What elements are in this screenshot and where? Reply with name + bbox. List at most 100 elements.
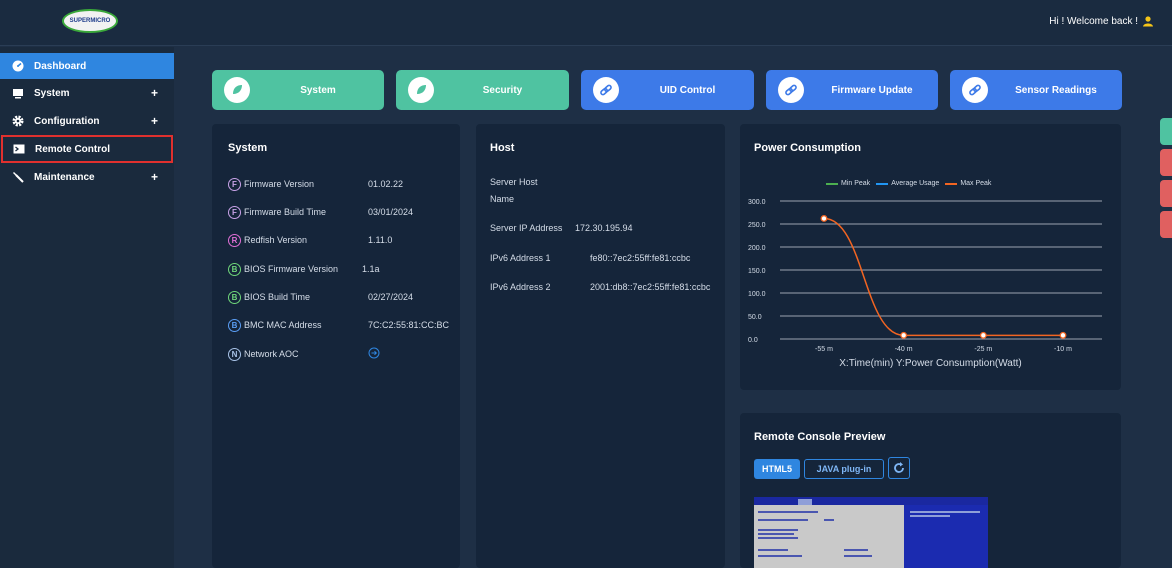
y-tick-label: 250.0 xyxy=(748,222,766,229)
sidebar: Dashboard System + Configuration + Remot… xyxy=(0,47,174,568)
host-row-label: Server Host xyxy=(490,177,538,187)
host-row-value: 172.30.195.94 xyxy=(575,223,633,233)
leaf-icon xyxy=(408,77,434,103)
firmware-badge-icon: F xyxy=(228,205,241,219)
firmware-badge-icon: F xyxy=(228,177,241,191)
link-icon xyxy=(778,77,804,103)
sidebar-item-label: Maintenance xyxy=(34,171,95,183)
host-row: IPv6 Address 1 fe80::7ec2:55ff:fe81:ccbc xyxy=(490,253,720,263)
expand-plus-icon[interactable]: + xyxy=(151,114,158,128)
leaf-icon xyxy=(224,77,250,103)
host-row-value: 2001:db8::7ec2:55ff:fe81:ccbc xyxy=(590,282,711,292)
sidebar-item-maintenance[interactable]: Maintenance + xyxy=(0,163,174,191)
sidebar-item-configuration[interactable]: Configuration + xyxy=(0,107,174,135)
sidebar-item-label: Configuration xyxy=(34,115,100,127)
refresh-icon[interactable] xyxy=(888,457,910,479)
system-row-value: 02/27/2024 xyxy=(368,292,414,302)
welcome-text: Hi ! Welcome back ! xyxy=(1049,15,1138,27)
x-tick-label: -40 m xyxy=(895,346,913,353)
y-tick-label: 300.0 xyxy=(748,199,766,206)
system-row: F Firmware Version 01.02.22 xyxy=(228,176,403,192)
system-row-label: Firmware Version xyxy=(244,179,315,189)
host-row: IPv6 Address 2 2001:db8::7ec2:55ff:fe81:… xyxy=(490,282,720,292)
host-row-value: fe80::7ec2:55ff:fe81:ccbc xyxy=(590,253,691,263)
data-point xyxy=(979,331,987,339)
sidebar-item-label: Remote Control xyxy=(35,143,110,155)
host-row-label: IPv6 Address 1 xyxy=(490,253,551,263)
system-row: B BMC MAC Address 7C:C2:55:81:CC:BC xyxy=(228,317,449,333)
system-row-label: BMC MAC Address xyxy=(244,320,322,330)
tab-security[interactable]: Security xyxy=(396,70,569,110)
tab-system[interactable]: System xyxy=(212,70,384,110)
java-plugin-button[interactable]: JAVA plug-in xyxy=(804,459,884,479)
tab-label: System xyxy=(300,84,336,96)
series-line-max-peak xyxy=(823,217,1063,337)
user-icon[interactable] xyxy=(1142,15,1154,27)
tab-label: Security xyxy=(482,84,523,96)
tab-uid-control[interactable]: UID Control xyxy=(581,70,754,110)
console-preview-image[interactable] xyxy=(754,497,988,568)
system-row: B BIOS Firmware Version 1.1a xyxy=(228,261,380,277)
tab-label: UID Control xyxy=(659,84,716,96)
system-row: F Firmware Build Time 03/01/2024 xyxy=(228,204,413,220)
x-tick-label: -10 m xyxy=(1054,346,1072,353)
system-row-label: Firmware Build Time xyxy=(244,207,327,217)
host-row: Server IP Address 172.30.195.94 xyxy=(490,223,720,233)
side-tab-green[interactable] xyxy=(1160,118,1172,145)
right-edge-tabs xyxy=(1160,118,1172,242)
tab-firmware-update[interactable]: Firmware Update xyxy=(766,70,938,110)
console-icon xyxy=(13,143,25,155)
host-row: Server Host xyxy=(490,177,538,187)
supermicro-logo[interactable]: SUPERMICRO xyxy=(62,9,118,33)
wrench-icon xyxy=(12,171,24,183)
network-badge-icon: N xyxy=(228,347,241,361)
expand-plus-icon[interactable]: + xyxy=(151,86,158,100)
sidebar-item-dashboard[interactable]: Dashboard xyxy=(0,53,174,79)
system-row-value: 03/01/2024 xyxy=(368,207,414,217)
y-tick-label: 200.0 xyxy=(748,245,766,252)
side-tab-red[interactable] xyxy=(1160,180,1172,207)
welcome-message: Hi ! Welcome back ! xyxy=(1049,15,1154,27)
side-tab-red[interactable] xyxy=(1160,149,1172,176)
sidebar-item-label: Dashboard xyxy=(34,60,87,72)
bios-badge-icon: B xyxy=(228,290,241,304)
tab-label: Firmware Update xyxy=(831,84,913,96)
host-row-label: Name xyxy=(490,194,515,204)
card-title: Remote Console Preview xyxy=(754,431,886,443)
top-header: SUPERMICRO Hi ! Welcome back ! xyxy=(0,0,1172,46)
monitor-icon xyxy=(12,87,24,99)
power-consumption-card: Power Consumption Min Peak Average Usage… xyxy=(740,124,1121,390)
card-title: System xyxy=(228,142,268,154)
sidebar-item-system[interactable]: System + xyxy=(0,79,174,107)
host-card: Host Server Host Name Server IP Address … xyxy=(476,124,725,568)
system-row-value: 1.1a xyxy=(362,264,380,274)
tab-label: Sensor Readings xyxy=(1015,84,1097,96)
system-row-value: 01.02.22 xyxy=(368,179,404,189)
x-tick-label: -25 m xyxy=(974,346,992,353)
system-row: B BIOS Build Time 02/27/2024 xyxy=(228,289,413,305)
card-title: Host xyxy=(490,142,515,154)
system-row-label: BIOS Build Time xyxy=(244,292,311,302)
y-tick-label: 50.0 xyxy=(748,314,762,321)
bios-badge-icon: B xyxy=(228,262,241,276)
side-tab-red[interactable] xyxy=(1160,211,1172,238)
power-chart: 0.0 50.0 100.0 150.0 200.0 250.0 300.0 -55 m -40… xyxy=(748,199,1102,353)
link-icon xyxy=(593,77,619,103)
sidebar-item-remote-control[interactable]: Remote Control xyxy=(1,135,173,163)
system-row-label: Network AOC xyxy=(244,349,299,359)
tab-sensor-readings[interactable]: Sensor Readings xyxy=(950,70,1122,110)
data-point xyxy=(1059,331,1067,339)
system-row-value: 1.11.0 xyxy=(368,235,393,245)
system-row-value: 7C:C2:55:81:CC:BC xyxy=(368,320,450,330)
y-tick-label: 150.0 xyxy=(748,268,766,275)
dashboard-icon xyxy=(12,60,24,72)
remote-console-card: Remote Console Preview HTML5 JAVA plug-i… xyxy=(740,413,1121,568)
gear-icon xyxy=(12,115,24,127)
html5-button[interactable]: HTML5 xyxy=(754,459,800,479)
expand-plus-icon[interactable]: + xyxy=(151,170,158,184)
redfish-badge-icon: R xyxy=(228,233,241,247)
system-row: N Network AOC xyxy=(228,346,380,362)
x-tick-label: -55 m xyxy=(815,346,833,353)
quick-nav-tabs: System Security UID Control Firmware Upd… xyxy=(212,70,1122,110)
network-aoc-link-icon[interactable] xyxy=(368,347,380,361)
